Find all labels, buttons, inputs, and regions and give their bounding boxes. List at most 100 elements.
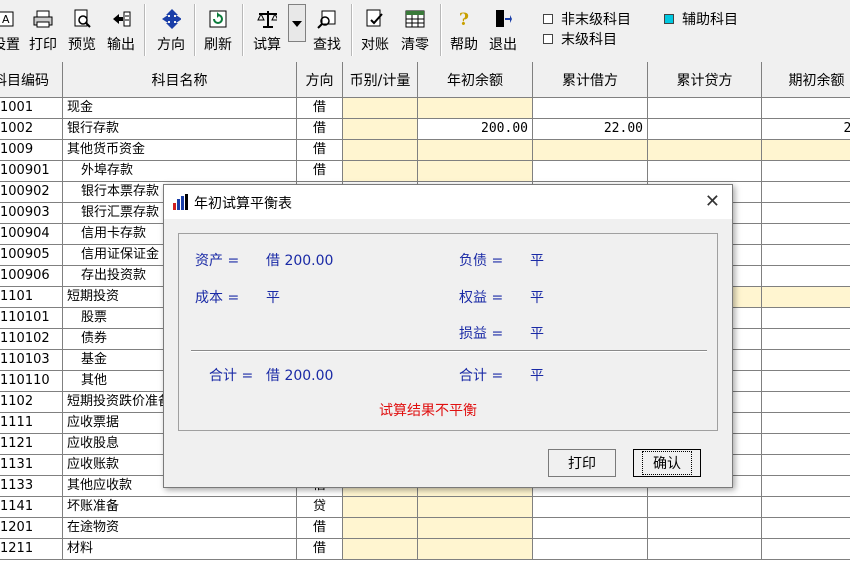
value-cell[interactable] xyxy=(648,140,762,161)
value-cell[interactable] xyxy=(343,497,418,518)
value-cell[interactable] xyxy=(762,245,850,266)
column-header[interactable]: 科目名称 xyxy=(63,62,297,98)
print-button-dialog[interactable]: 打印 xyxy=(548,449,616,477)
trial-balance-button[interactable]: 试算 xyxy=(249,2,285,58)
account-code-cell[interactable]: 100902 xyxy=(0,182,63,203)
value-cell[interactable] xyxy=(762,413,850,434)
value-cell[interactable] xyxy=(343,518,418,539)
column-header[interactable]: 累计贷方 xyxy=(648,62,762,98)
account-code-cell[interactable]: 1009 xyxy=(0,140,63,161)
account-name-cell[interactable]: 材料 xyxy=(63,539,297,560)
column-header[interactable]: 方向 xyxy=(297,62,343,98)
account-code-cell[interactable]: 1211 xyxy=(0,539,63,560)
value-cell[interactable] xyxy=(533,161,648,182)
account-name-cell[interactable]: 在途物资 xyxy=(63,518,297,539)
column-header[interactable]: 币别/计量 xyxy=(343,62,418,98)
value-cell[interactable] xyxy=(418,497,533,518)
direction-cell[interactable]: 借 xyxy=(297,539,343,560)
value-cell[interactable] xyxy=(343,539,418,560)
account-code-cell[interactable]: 1111 xyxy=(0,413,63,434)
refresh-button[interactable]: 刷新 xyxy=(200,2,236,58)
value-cell[interactable] xyxy=(762,182,850,203)
account-code-cell[interactable]: 1102 xyxy=(0,392,63,413)
settings-button[interactable]: A 设置 xyxy=(0,2,20,58)
value-cell[interactable] xyxy=(648,518,762,539)
value-cell[interactable] xyxy=(762,98,850,119)
value-cell[interactable] xyxy=(762,371,850,392)
account-code-cell[interactable]: 1101 xyxy=(0,287,63,308)
account-name-cell[interactable]: 现金 xyxy=(63,98,297,119)
value-cell[interactable] xyxy=(762,161,850,182)
account-code-cell[interactable]: 100901 xyxy=(0,161,63,182)
value-cell[interactable] xyxy=(648,497,762,518)
account-code-cell[interactable]: 1131 xyxy=(0,455,63,476)
value-cell[interactable] xyxy=(762,140,850,161)
value-cell[interactable] xyxy=(762,350,850,371)
value-cell[interactable] xyxy=(762,266,850,287)
direction-button[interactable]: 方向 xyxy=(153,2,189,58)
value-cell[interactable] xyxy=(343,161,418,182)
account-code-cell[interactable]: 110101 xyxy=(0,308,63,329)
account-code-cell[interactable]: 1002 xyxy=(0,119,63,140)
value-cell[interactable] xyxy=(418,161,533,182)
value-cell[interactable] xyxy=(762,518,850,539)
value-cell[interactable] xyxy=(343,119,418,140)
account-name-cell[interactable]: 坏账准备 xyxy=(63,497,297,518)
direction-cell[interactable]: 借 xyxy=(297,140,343,161)
account-code-cell[interactable]: 1141 xyxy=(0,497,63,518)
value-cell[interactable] xyxy=(418,140,533,161)
help-button[interactable]: ? 帮助 xyxy=(446,2,482,58)
value-cell[interactable] xyxy=(418,539,533,560)
account-code-cell[interactable]: 110102 xyxy=(0,329,63,350)
account-code-cell[interactable]: 100903 xyxy=(0,203,63,224)
account-code-cell[interactable]: 110103 xyxy=(0,350,63,371)
value-cell[interactable] xyxy=(533,539,648,560)
close-icon[interactable]: ✕ xyxy=(705,191,720,212)
column-header[interactable]: 科目编码 xyxy=(0,62,63,98)
value-cell[interactable]: 22.00 xyxy=(533,119,648,140)
value-cell[interactable] xyxy=(648,161,762,182)
confirm-button[interactable]: 确认 xyxy=(633,449,701,477)
account-name-cell[interactable]: 外埠存款 xyxy=(63,161,297,182)
preview-button[interactable]: 预览 xyxy=(66,2,98,58)
value-cell[interactable] xyxy=(762,329,850,350)
direction-cell[interactable]: 借 xyxy=(297,518,343,539)
account-code-cell[interactable]: 100904 xyxy=(0,224,63,245)
value-cell[interactable] xyxy=(762,308,850,329)
value-cell[interactable] xyxy=(762,203,850,224)
value-cell[interactable] xyxy=(343,140,418,161)
value-cell[interactable] xyxy=(762,392,850,413)
account-code-cell[interactable]: 1201 xyxy=(0,518,63,539)
value-cell[interactable] xyxy=(762,455,850,476)
trial-dropdown-arrow[interactable] xyxy=(288,4,306,42)
column-header[interactable]: 年初余额 xyxy=(418,62,533,98)
reconcile-button[interactable]: 对账 xyxy=(357,2,393,58)
print-button[interactable]: 打印 xyxy=(27,2,59,58)
value-cell[interactable] xyxy=(762,497,850,518)
value-cell[interactable] xyxy=(762,224,850,245)
account-name-cell[interactable]: 其他货币资金 xyxy=(63,140,297,161)
account-code-cell[interactable]: 110110 xyxy=(0,371,63,392)
clear-button[interactable]: 清零 xyxy=(397,2,433,58)
value-cell[interactable] xyxy=(418,518,533,539)
exit-button[interactable]: 退出 xyxy=(485,2,521,58)
direction-cell[interactable]: 借 xyxy=(297,98,343,119)
account-code-cell[interactable]: 100905 xyxy=(0,245,63,266)
account-code-cell[interactable]: 1133 xyxy=(0,476,63,497)
direction-cell[interactable]: 贷 xyxy=(297,497,343,518)
value-cell[interactable] xyxy=(762,287,850,308)
value-cell[interactable] xyxy=(533,140,648,161)
find-button[interactable]: 查找 xyxy=(309,2,345,58)
account-code-cell[interactable]: 100906 xyxy=(0,266,63,287)
account-code-cell[interactable]: 1121 xyxy=(0,434,63,455)
account-code-cell[interactable]: 1001 xyxy=(0,98,63,119)
column-header[interactable]: 累计借方 xyxy=(533,62,648,98)
value-cell[interactable]: 222 xyxy=(762,119,850,140)
direction-cell[interactable]: 借 xyxy=(297,119,343,140)
value-cell[interactable] xyxy=(762,539,850,560)
value-cell[interactable] xyxy=(533,518,648,539)
value-cell[interactable] xyxy=(762,434,850,455)
column-header[interactable]: 期初余额 xyxy=(762,62,850,98)
value-cell[interactable] xyxy=(648,119,762,140)
direction-cell[interactable]: 借 xyxy=(297,161,343,182)
